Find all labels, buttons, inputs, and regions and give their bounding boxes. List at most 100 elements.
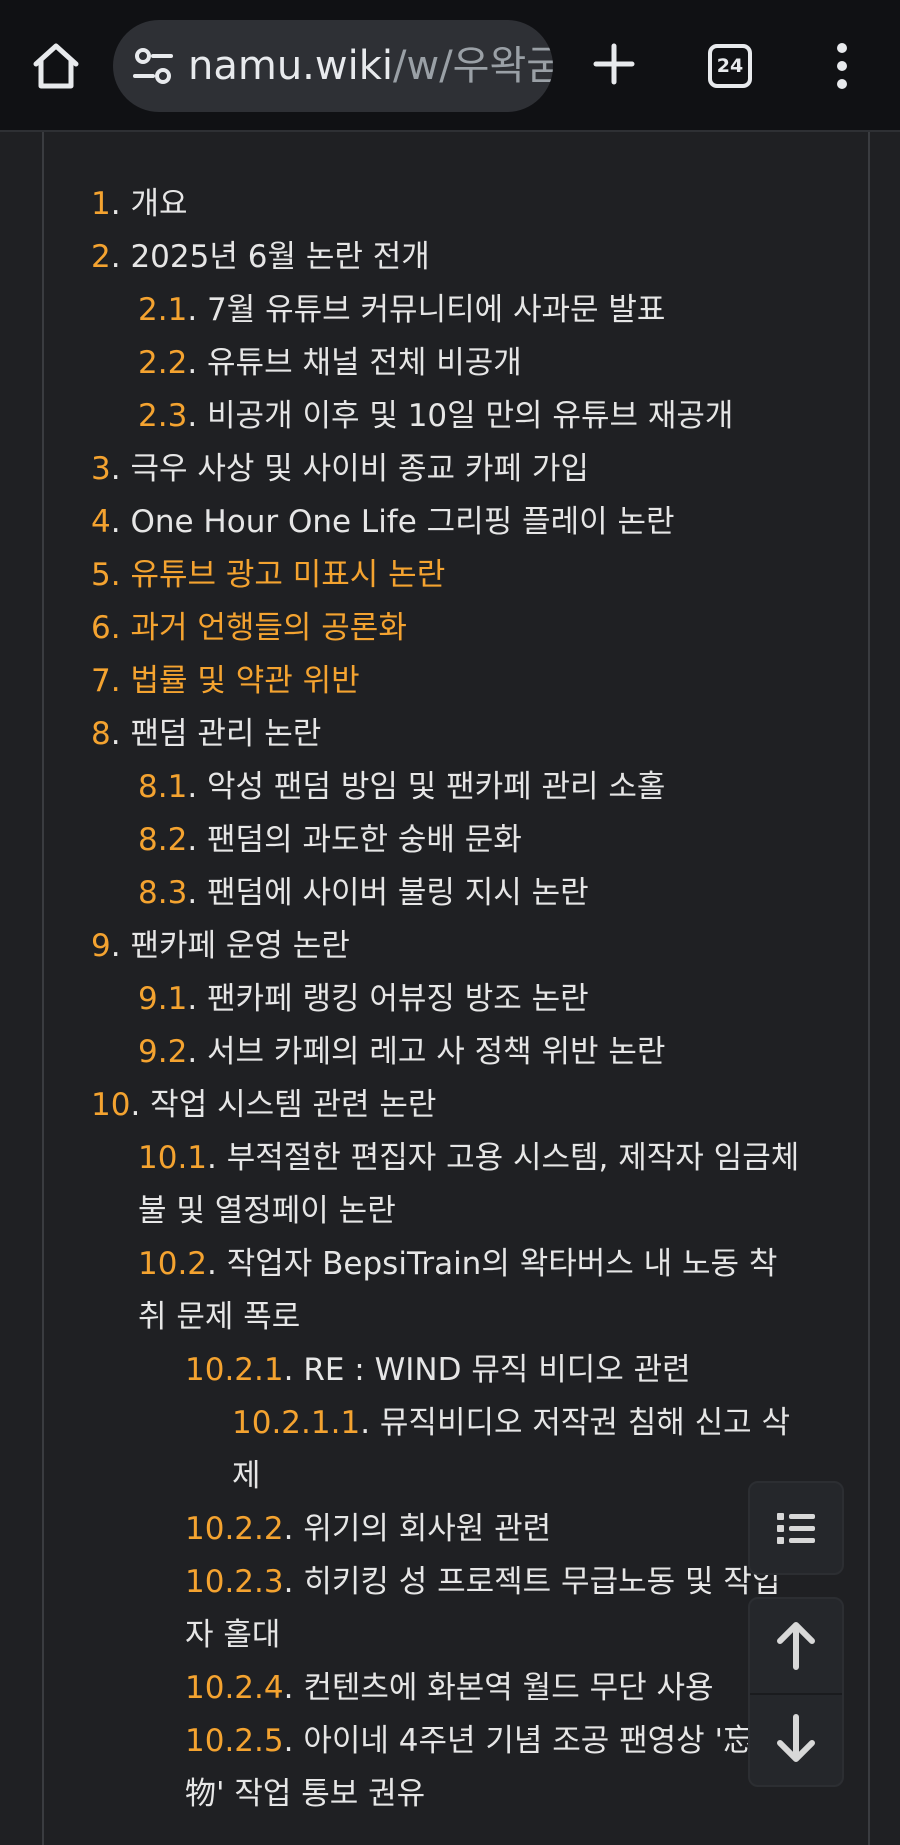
toc-item-number[interactable]: 10.2.1 bbox=[185, 1352, 284, 1388]
toc-list-icon bbox=[777, 1513, 815, 1544]
toc-item-number[interactable]: 2.1 bbox=[138, 292, 187, 328]
toc-item-title[interactable]: 비공개 이후 및 10일 만의 유튜브 재공개 bbox=[207, 398, 733, 434]
scroll-up-arrow-icon bbox=[777, 1622, 815, 1670]
toc-item[interactable]: 9.2. 서브 카페의 레고 사 정책 위반 논란 bbox=[138, 1026, 665, 1079]
toc-item-number[interactable]: 10.2.2 bbox=[185, 1511, 284, 1547]
toc-item-number[interactable]: 8 bbox=[91, 716, 111, 752]
toc-item-title[interactable]: 팬덤 관리 논란 bbox=[130, 716, 321, 752]
toc-item-title[interactable]: 서브 카페의 레고 사 정책 위반 논란 bbox=[207, 1034, 665, 1070]
toc-item-title[interactable]: One Hour One Life 그리핑 플레이 논란 bbox=[130, 504, 674, 540]
toc-item[interactable]: 2.1. 7월 유튜브 커뮤니티에 사과문 발표 bbox=[138, 284, 665, 337]
toc-item[interactable]: 3. 극우 사상 및 사이비 종교 카페 가입 bbox=[91, 443, 589, 496]
toc-item-title[interactable]: 팬덤에 사이버 불링 지시 논란 bbox=[207, 875, 589, 911]
toc-item-number[interactable]: 5 bbox=[91, 557, 111, 593]
toc-item[interactable]: 10.2.4. 컨텐츠에 화본역 월드 무단 사용 bbox=[185, 1662, 714, 1715]
toc-item[interactable]: 2. 2025년 6월 논란 전개 bbox=[91, 231, 430, 284]
toc-item-number[interactable]: 10.2 bbox=[138, 1246, 207, 1282]
toc-item-title[interactable]: RE : WIND 뮤직 비디오 관련 bbox=[303, 1352, 690, 1388]
tab-switcher-icon[interactable]: 24 bbox=[708, 44, 752, 88]
toc-item[interactable]: 8.3. 팬덤에 사이버 불링 지시 논란 bbox=[138, 867, 589, 920]
url-text[interactable]: namu.wiki/w/우왁굳 bbox=[188, 20, 553, 112]
toc-item[interactable]: 8. 팬덤 관리 논란 bbox=[91, 708, 321, 761]
toc-item-number[interactable]: 4 bbox=[91, 504, 111, 540]
toc-item[interactable]: 10.2.5. 아이네 4주년 기념 조공 팬영상 '忘れ bbox=[185, 1715, 785, 1768]
toc-item-number[interactable]: 1 bbox=[91, 186, 111, 222]
new-tab-plus-icon bbox=[593, 43, 635, 85]
toc-item-number[interactable]: 2 bbox=[91, 239, 111, 275]
toc-item-number[interactable]: 10 bbox=[91, 1087, 130, 1123]
toc-item-title[interactable]: 팬카페 운영 논란 bbox=[130, 928, 349, 964]
toc-item[interactable]: 10.2.3. 히키킹 성 프로젝트 무급노동 및 작업 bbox=[185, 1556, 780, 1609]
toc-item[interactable]: 2.2. 유튜브 채널 전체 비공개 bbox=[138, 337, 522, 390]
home-button[interactable] bbox=[30, 40, 82, 92]
toc-item[interactable]: 10.2.1.1. 뮤직비디오 저작권 침해 신고 삭 bbox=[232, 1397, 790, 1450]
toc-item-number[interactable]: 6 bbox=[91, 610, 111, 646]
toc-item-number[interactable]: 10.2.3 bbox=[185, 1564, 284, 1600]
scroll-up-button[interactable] bbox=[750, 1599, 842, 1693]
toc-item-title[interactable]: 히키킹 성 프로젝트 무급노동 및 작업 bbox=[303, 1564, 780, 1600]
toc-item[interactable]: 9. 팬카페 운영 논란 bbox=[91, 920, 350, 973]
toc-item[interactable]: 1. 개요 bbox=[91, 178, 188, 231]
toc-item-number[interactable]: 3 bbox=[91, 451, 111, 487]
toc-item-title[interactable]: 작업 시스템 관련 논란 bbox=[150, 1087, 436, 1123]
toc-item[interactable]: 5. 유튜브 광고 미표시 논란 bbox=[91, 549, 445, 602]
toc-item-number[interactable]: 10.2.5 bbox=[185, 1723, 284, 1759]
toc-item-title[interactable]: 작업자 BepsiTrain의 왁타버스 내 노동 착 bbox=[227, 1246, 778, 1282]
scroll-down-button[interactable] bbox=[750, 1695, 842, 1787]
toc-item[interactable]: 10.2. 작업자 BepsiTrain의 왁타버스 내 노동 착 bbox=[138, 1238, 777, 1291]
toc-item[interactable]: 8.1. 악성 팬덤 방임 및 팬카페 관리 소홀 bbox=[138, 761, 665, 814]
url-host: namu.wiki bbox=[188, 43, 393, 89]
toc-item-continuation[interactable]: 불 및 열정페이 논란 bbox=[138, 1185, 396, 1238]
toc-item[interactable]: 9.1. 팬카페 랭킹 어뷰징 방조 논란 bbox=[138, 973, 589, 1026]
toc-item-title[interactable]: 유튜브 채널 전체 비공개 bbox=[207, 345, 522, 381]
home-icon bbox=[33, 43, 79, 89]
toc-item-title[interactable]: 위기의 회사원 관련 bbox=[303, 1511, 551, 1547]
toc-item-title[interactable]: 개요 bbox=[130, 186, 187, 222]
toc-item-number[interactable]: 8.1 bbox=[138, 769, 187, 805]
toc-button[interactable] bbox=[748, 1481, 844, 1575]
address-bar[interactable]: namu.wiki/w/우왁굳 bbox=[113, 20, 553, 112]
toc-item[interactable]: 10.2.2. 위기의 회사원 관련 bbox=[185, 1503, 551, 1556]
toc-item[interactable]: 6. 과거 언행들의 공론화 bbox=[91, 602, 407, 655]
toc-item[interactable]: 4. One Hour One Life 그리핑 플레이 논란 bbox=[91, 496, 675, 549]
toc-item[interactable]: 10. 작업 시스템 관련 논란 bbox=[91, 1079, 436, 1132]
toc-item[interactable]: 2.3. 비공개 이후 및 10일 만의 유튜브 재공개 bbox=[138, 390, 733, 443]
toc-item-number[interactable]: 10.2.1.1 bbox=[232, 1405, 360, 1441]
toc-item-title[interactable]: 법률 및 약관 위반 bbox=[130, 663, 359, 699]
toc-item[interactable]: 7. 법률 및 약관 위반 bbox=[91, 655, 360, 708]
toc-item-title[interactable]: 유튜브 광고 미표시 논란 bbox=[130, 557, 445, 593]
scroll-down-arrow-icon bbox=[777, 1714, 815, 1762]
toc-item-continuation[interactable]: 物' 작업 통보 권유 bbox=[185, 1768, 425, 1821]
toc-item-title[interactable]: 뮤직비디오 저작권 침해 신고 삭 bbox=[380, 1405, 790, 1441]
new-tab-button[interactable] bbox=[592, 42, 636, 86]
toc-item-continuation[interactable]: 제 bbox=[232, 1450, 261, 1503]
toc-item-title[interactable]: 팬카페 랭킹 어뷰징 방조 논란 bbox=[207, 981, 589, 1017]
toc-item-number[interactable]: 9.2 bbox=[138, 1034, 187, 1070]
toc-item[interactable]: 10.2.1. RE : WIND 뮤직 비디오 관련 bbox=[185, 1344, 691, 1397]
toc-item-title[interactable]: 컨텐츠에 화본역 월드 무단 사용 bbox=[303, 1670, 713, 1706]
toc-item-title[interactable]: 극우 사상 및 사이비 종교 카페 가입 bbox=[130, 451, 588, 487]
toc-item-title[interactable]: 아이네 4주년 기념 조공 팬영상 '忘れ bbox=[303, 1723, 785, 1759]
toc-item-title[interactable]: 악성 팬덤 방임 및 팬카페 관리 소홀 bbox=[207, 769, 665, 805]
site-settings-icon[interactable] bbox=[133, 47, 173, 85]
toc-item-number[interactable]: 8.3 bbox=[138, 875, 187, 911]
toc-item-continuation[interactable]: 취 문제 폭로 bbox=[138, 1291, 300, 1344]
toc-item-number[interactable]: 9 bbox=[91, 928, 111, 964]
toc-item-title[interactable]: 2025년 6월 논란 전개 bbox=[130, 239, 429, 275]
toc-item[interactable]: 8.2. 팬덤의 과도한 숭배 문화 bbox=[138, 814, 522, 867]
toc-item-number[interactable]: 7 bbox=[91, 663, 111, 699]
toc-item-title[interactable]: 7월 유튜브 커뮤니티에 사과문 발표 bbox=[207, 292, 665, 328]
toc-item-number[interactable]: 9.1 bbox=[138, 981, 187, 1017]
toc-item[interactable]: 10.1. 부적절한 편집자 고용 시스템, 제작자 임금체 bbox=[138, 1132, 799, 1185]
toc-item-title[interactable]: 부적절한 편집자 고용 시스템, 제작자 임금체 bbox=[227, 1140, 799, 1176]
toc-item-title[interactable]: 과거 언행들의 공론화 bbox=[130, 610, 406, 646]
overflow-menu-icon[interactable] bbox=[832, 42, 852, 90]
toc-item-number[interactable]: 10.2.4 bbox=[185, 1670, 284, 1706]
browser-toolbar: namu.wiki/w/우왁굳 24 bbox=[0, 0, 900, 132]
toc-item-number[interactable]: 2.2 bbox=[138, 345, 187, 381]
toc-item-number[interactable]: 10.1 bbox=[138, 1140, 207, 1176]
toc-item-continuation[interactable]: 자 홀대 bbox=[185, 1609, 280, 1662]
toc-item-number[interactable]: 8.2 bbox=[138, 822, 187, 858]
toc-item-number[interactable]: 2.3 bbox=[138, 398, 187, 434]
toc-item-title[interactable]: 팬덤의 과도한 숭배 문화 bbox=[207, 822, 522, 858]
